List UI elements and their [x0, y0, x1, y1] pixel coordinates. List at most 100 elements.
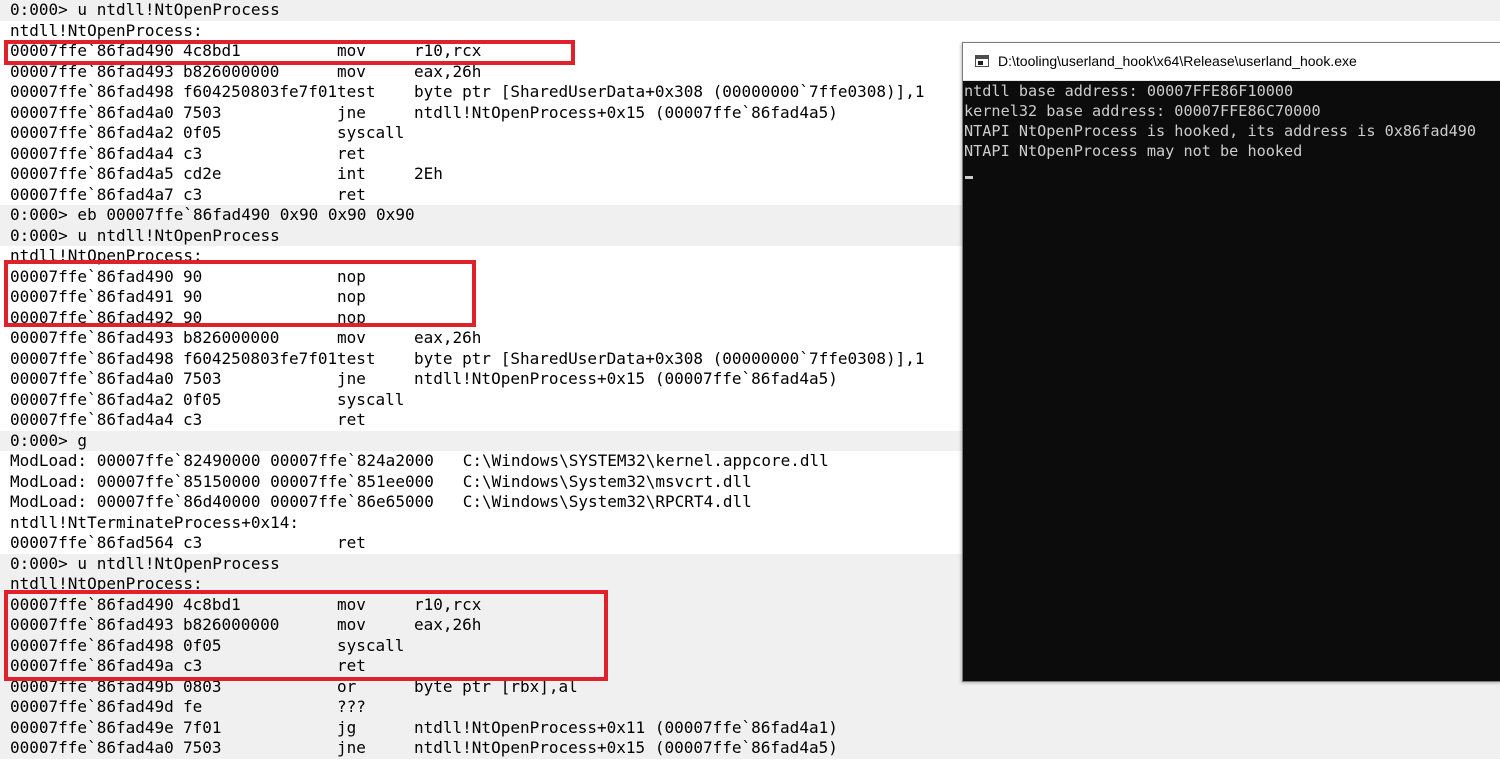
instruction-mnemonic: ret	[337, 410, 366, 429]
instruction-bytes: 0f05	[183, 123, 222, 142]
instruction-address: 00007ffe`86fad49b	[10, 676, 174, 696]
instruction-address: 00007ffe`86fad564	[10, 533, 174, 552]
instruction-bytes: f604250803fe7f01	[183, 348, 338, 368]
instruction-address: 00007ffe`86fad490	[10, 594, 174, 614]
instruction-bytes: 4c8bd1	[183, 41, 241, 60]
instruction-operands: eax,26h	[414, 328, 482, 347]
line-text: ntdll!NtTerminateProcess+0x14:	[10, 512, 299, 532]
instruction-bytes: 90	[183, 266, 203, 286]
instruction-bytes: 90	[183, 287, 203, 306]
instruction-operands: eax,26h	[414, 615, 482, 634]
instruction-address: 00007ffe`86fad492	[10, 307, 174, 327]
instruction-mnemonic: mov	[337, 41, 366, 60]
instruction-address: 00007ffe`86fad4a0	[10, 102, 174, 122]
disassembly-line: 00007ffe`86fad49e 7f01 jg ntdll!NtOpenProce…	[0, 717, 1500, 738]
instruction-mnemonic: syscall	[337, 635, 405, 655]
instruction-mnemonic: syscall	[337, 389, 405, 409]
instruction-bytes: c3	[183, 533, 203, 552]
instruction-operands: ntdll!NtOpenProcess+0x15 (00007ffe`86fad…	[414, 738, 838, 757]
instruction-mnemonic: mov	[337, 615, 366, 634]
instruction-bytes: f604250803fe7f01	[183, 82, 338, 101]
instruction-address: 00007ffe`86fad490	[10, 41, 174, 60]
instruction-mnemonic: int	[337, 164, 366, 183]
console-line: NTAPI NtOpenProcess may not be hooked	[964, 142, 1303, 160]
desktop: 0:000> u ntdll!NtOpenProcess ntdll!NtOpen…	[0, 0, 1500, 775]
instruction-address: 00007ffe`86fad49e	[10, 717, 174, 737]
debugger-command-line: 0:000> u ntdll!NtOpenProcess	[0, 0, 1500, 21]
instruction-address: 00007ffe`86fad4a4	[10, 410, 174, 429]
instruction-address: 00007ffe`86fad493	[10, 328, 174, 347]
instruction-address: 00007ffe`86fad498	[10, 82, 174, 101]
instruction-address: 00007ffe`86fad493	[10, 615, 174, 634]
instruction-bytes: 0f05	[183, 389, 222, 409]
console-line: ntdll base address: 00007FFE86F10000	[964, 82, 1294, 100]
line-text: ModLoad: 00007ffe`86d40000 00007ffe`86e6…	[10, 492, 752, 511]
instruction-bytes: cd2e	[183, 164, 222, 183]
instruction-bytes: c3	[183, 184, 203, 204]
instruction-bytes: b826000000	[183, 61, 280, 81]
instruction-mnemonic: jne	[337, 369, 366, 388]
instruction-operands: ntdll!NtOpenProcess+0x15 (00007ffe`86fad…	[414, 369, 838, 388]
instruction-mnemonic: jne	[337, 102, 366, 122]
instruction-mnemonic: nop	[337, 307, 366, 327]
instruction-mnemonic: test	[337, 348, 376, 368]
instruction-mnemonic: nop	[337, 266, 366, 286]
line-text: ntdll!NtOpenProcess:	[10, 20, 203, 40]
instruction-address: 00007ffe`86fad4a2	[10, 123, 174, 142]
instruction-address: 00007ffe`86fad49d	[10, 697, 174, 716]
line-text: 0:000> u ntdll!NtOpenProcess	[10, 0, 280, 19]
instruction-bytes: 90	[183, 307, 203, 327]
disassembly-line: 00007ffe`86fad4a0 7503 jne ntdll!NtOpenProc…	[0, 738, 1500, 759]
instruction-mnemonic: mov	[337, 594, 366, 614]
symbol-label-line: ntdll!NtOpenProcess:	[0, 21, 1500, 42]
instruction-address: 00007ffe`86fad493	[10, 61, 174, 81]
instruction-address: 00007ffe`86fad4a7	[10, 184, 174, 204]
instruction-mnemonic: jne	[337, 738, 366, 757]
instruction-mnemonic: jg	[337, 717, 357, 737]
instruction-mnemonic: ???	[337, 697, 366, 716]
console-title-bar[interactable]: D:\tooling\userland_hook\x64\Release\use…	[963, 43, 1500, 81]
instruction-bytes: c3	[183, 656, 203, 675]
instruction-address: 00007ffe`86fad4a2	[10, 389, 174, 409]
line-text: ntdll!NtOpenProcess:	[10, 574, 203, 593]
instruction-mnemonic: mov	[337, 328, 366, 347]
instruction-address: 00007ffe`86fad491	[10, 287, 174, 306]
instruction-operands: ntdll!NtOpenProcess+0x11 (00007ffe`86fad…	[414, 717, 838, 737]
instruction-bytes: b826000000	[183, 615, 280, 634]
instruction-operands: ntdll!NtOpenProcess+0x15 (00007ffe`86fad…	[414, 102, 838, 122]
instruction-operands: r10,rcx	[414, 594, 482, 614]
instruction-address: 00007ffe`86fad4a5	[10, 164, 174, 183]
instruction-mnemonic: test	[337, 82, 376, 101]
instruction-mnemonic: ret	[337, 143, 366, 163]
instruction-operands: r10,rcx	[414, 41, 482, 60]
instruction-address: 00007ffe`86fad4a0	[10, 738, 174, 757]
console-window-title: D:\tooling\userland_hook\x64\Release\use…	[998, 53, 1357, 69]
instruction-operands: byte ptr [rbx],al	[414, 676, 578, 696]
instruction-mnemonic: syscall	[337, 123, 405, 142]
instruction-mnemonic: nop	[337, 287, 366, 306]
instruction-bytes: 7503	[183, 738, 222, 757]
instruction-mnemonic: ret	[337, 184, 366, 204]
console-app-icon	[975, 55, 989, 67]
instruction-address: 00007ffe`86fad498	[10, 348, 174, 368]
instruction-operands: eax,26h	[414, 61, 482, 81]
instruction-address: 00007ffe`86fad498	[10, 635, 174, 655]
instruction-address: 00007ffe`86fad490	[10, 266, 174, 286]
instruction-bytes: c3	[183, 143, 203, 163]
console-output[interactable]: ntdll base address: 00007FFE86F10000 ker…	[963, 81, 1500, 681]
line-text: 0:000> u ntdll!NtOpenProcess	[10, 553, 280, 573]
instruction-operands: byte ptr [SharedUserData+0x308 (00000000…	[414, 82, 925, 101]
instruction-mnemonic: mov	[337, 61, 366, 81]
line-text: ModLoad: 00007ffe`85150000 00007ffe`851e…	[10, 471, 752, 491]
instruction-operands: 2Eh	[414, 164, 443, 183]
instruction-address: 00007ffe`86fad49a	[10, 656, 174, 675]
instruction-bytes: 0f05	[183, 635, 222, 655]
instruction-mnemonic: ret	[337, 656, 366, 675]
instruction-address: 00007ffe`86fad4a0	[10, 369, 174, 388]
line-text: 0:000> u ntdll!NtOpenProcess	[10, 225, 280, 245]
instruction-bytes: c3	[183, 410, 203, 429]
disassembly-line: 00007ffe`86fad49d fe???	[0, 697, 1500, 718]
console-line: kernel32 base address: 00007FFE86C70000	[964, 102, 1321, 120]
instruction-bytes: 0803	[183, 676, 222, 696]
console-window[interactable]: D:\tooling\userland_hook\x64\Release\use…	[962, 42, 1500, 682]
